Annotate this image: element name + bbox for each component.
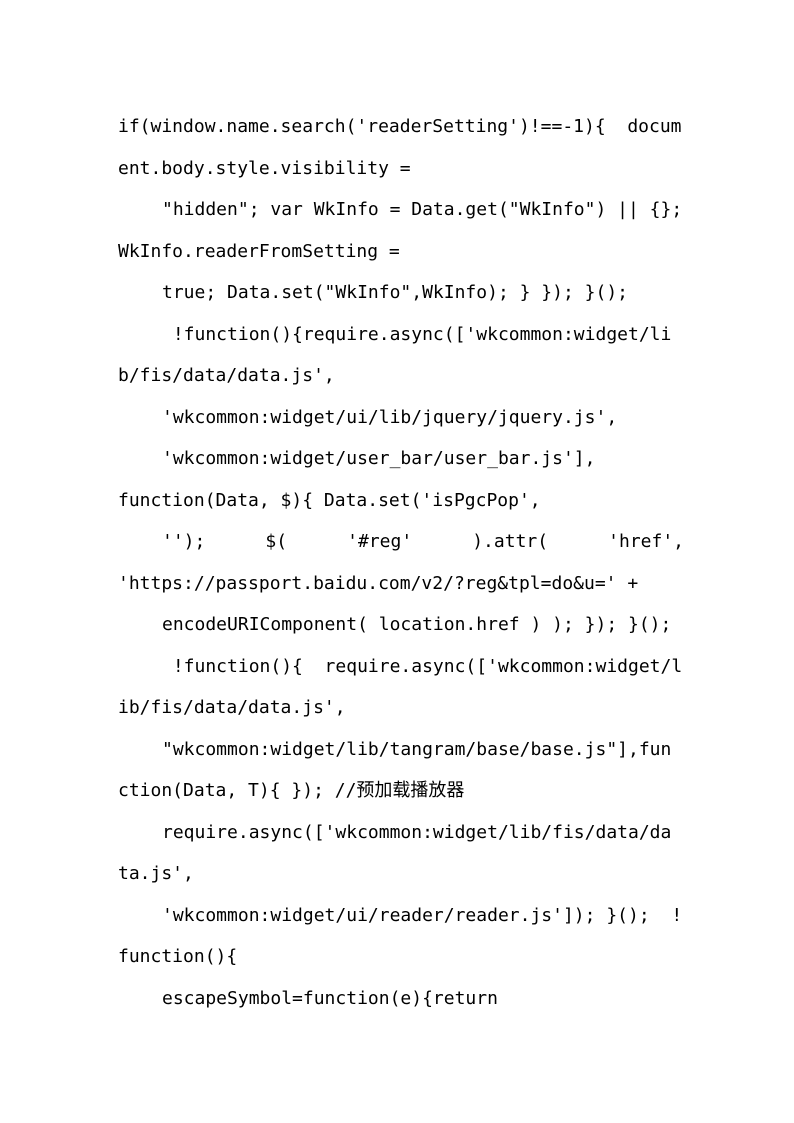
code-line: function(Data, $){ Data.set('isPgcPop',: [118, 489, 541, 511]
code-line: require.async(['wkcommon:widget/lib/fis/…: [162, 821, 672, 843]
code-line: 'wkcommon:widget/ui/reader/reader.js']);…: [162, 904, 683, 926]
code-segment: '#reg': [347, 531, 423, 552]
code-line: ent.body.style.visibility =: [118, 157, 411, 179]
code-line: 'https://passport.baidu.com/v2/?reg&tpl=…: [118, 572, 639, 594]
code-line: ib/fis/data/data.js',: [118, 697, 346, 718]
code-segment: '');: [162, 531, 217, 552]
code-line: ta.js',: [118, 863, 194, 884]
code-line: 'wkcommon:widget/user_bar/user_bar.js'],: [162, 448, 596, 469]
code-line: 'wkcommon:widget/ui/lib/jquery/jquery.js…: [162, 406, 618, 428]
code-line: !function(){ require.async(['wkcommon:wi…: [162, 655, 683, 677]
code-line: escapeSymbol=function(e){return: [162, 987, 498, 1009]
code-line: "wkcommon:widget/lib/tangram/base/base.j…: [162, 738, 672, 760]
code-line: if(window.name.search('readerSetting')!=…: [118, 116, 682, 137]
code-listing: if(window.name.search('readerSetting')!=…: [118, 106, 684, 1019]
code-segment: ).attr(: [472, 531, 559, 552]
code-line: WkInfo.readerFromSetting =: [118, 240, 400, 262]
code-line: true; Data.set("WkInfo",WkInfo); } }); }…: [162, 282, 628, 303]
code-line: encodeURIComponent( location.href ) ); }…: [162, 614, 672, 635]
code-line: b/fis/data/data.js',: [118, 365, 335, 386]
code-line: ction(Data, T){ }); //预加载播放器: [118, 780, 465, 801]
code-line: "hidden"; var WkInfo = Data.get("WkInfo"…: [162, 199, 683, 220]
code-line: ''); $( '#reg' ).attr( 'href',: [118, 521, 684, 563]
code-segment: $(: [265, 531, 298, 552]
code-segment: 'href',: [608, 531, 684, 552]
document-page: if(window.name.search('readerSetting')!=…: [0, 0, 794, 1123]
code-line: !function(){require.async(['wkcommon:wid…: [162, 323, 672, 345]
code-line: function(){: [118, 946, 238, 967]
